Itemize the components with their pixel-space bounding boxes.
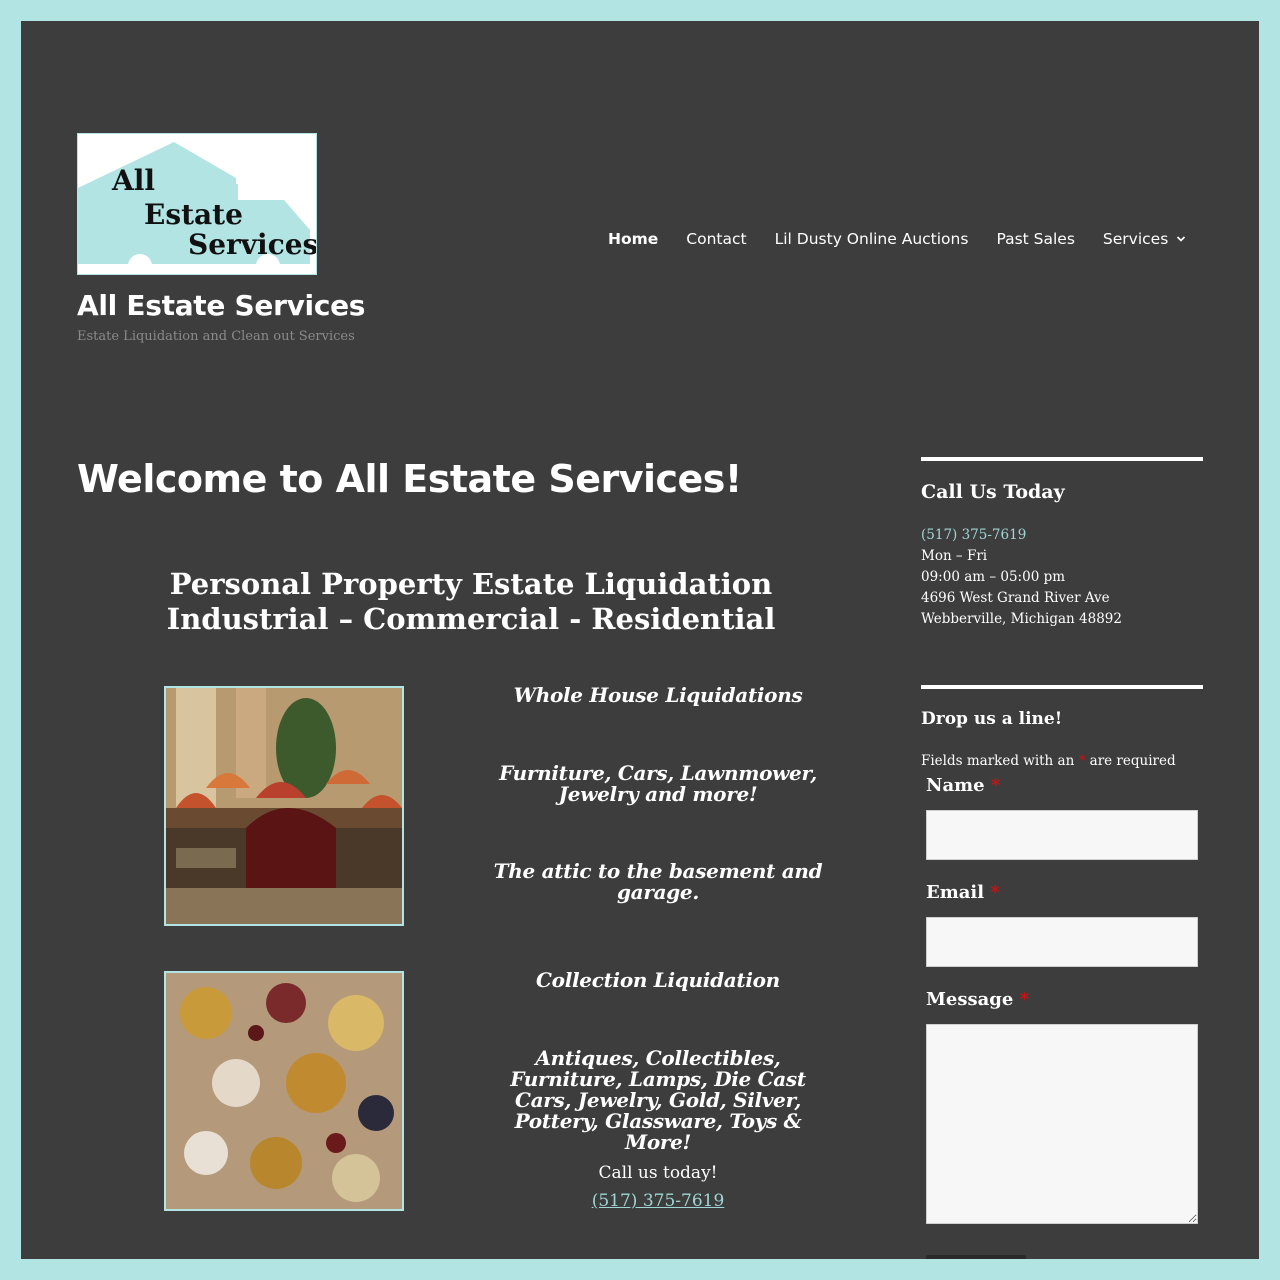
contact-days: Mon – Fri: [921, 548, 988, 564]
call-us-text: Call us today!: [598, 1163, 718, 1183]
contact-hours: 09:00 am – 05:00 pm: [921, 569, 1066, 585]
nav-lil-dusty-auctions[interactable]: Lil Dusty Online Auctions: [775, 230, 969, 248]
email-label: Email *: [926, 882, 1000, 903]
block1-items: Furniture, Cars, Lawnmower, Jewelry and …: [499, 761, 817, 806]
primary-nav: Home Contact Lil Dusty Online Auctions P…: [608, 227, 1186, 251]
page-title: Welcome to All Estate Services!: [77, 457, 742, 501]
required-star: *: [1078, 753, 1086, 769]
contact-widget-title: Call Us Today: [921, 481, 1065, 503]
chevron-down-icon[interactable]: [1176, 234, 1186, 244]
logo-line-2: Estate: [144, 198, 243, 231]
submit-button[interactable]: [926, 1255, 1026, 1259]
block1-note: The attic to the basement and garage.: [493, 859, 823, 904]
nav-contact[interactable]: Contact: [686, 230, 746, 248]
block2-items: Antiques, Collectibles, Furniture, Lamps…: [510, 1046, 806, 1154]
contact-address-2: Webberville, Michigan 48892: [921, 611, 1122, 627]
jewelry-photo: [164, 971, 404, 1211]
nav-services[interactable]: Services: [1103, 230, 1186, 248]
name-label-text: Name: [926, 775, 985, 796]
required-star: *: [1019, 989, 1030, 1010]
required-note-before: Fields marked with an: [921, 753, 1075, 769]
subhead-line-1: Personal Property Estate Liquidation: [169, 567, 773, 601]
nav-past-sales[interactable]: Past Sales: [996, 230, 1074, 248]
block2-title: Collection Liquidation: [536, 968, 780, 992]
tiffany-lamps-photo: [164, 686, 404, 926]
contact-address-1: 4696 West Grand River Ave: [921, 590, 1110, 606]
required-note: Fields marked with an * are required: [921, 753, 1176, 769]
nav-services-label: Services: [1102, 230, 1169, 248]
logo-line-1: All: [111, 164, 155, 197]
logo-line-3: Services: [188, 228, 316, 261]
email-label-text: Email: [926, 882, 985, 903]
call-phone-link[interactable]: (517) 375-7619: [592, 1191, 725, 1211]
contact-phone-link[interactable]: (517) 375-7619: [921, 527, 1026, 543]
site-container: All Estate Services All Estate Services …: [21, 21, 1259, 1259]
required-note-after: are required: [1089, 753, 1176, 769]
site-tagline: Estate Liquidation and Clean out Service…: [77, 329, 355, 344]
widget-divider: [921, 457, 1203, 461]
required-star: *: [990, 882, 1000, 903]
call-phone-row: (517) 375-7619: [488, 1191, 828, 1211]
site-title[interactable]: All Estate Services: [77, 289, 365, 322]
form-widget-title: Drop us a line!: [921, 709, 1063, 729]
block1-title: Whole House Liquidations: [513, 683, 803, 707]
logo-truck-icon: All Estate Services: [78, 142, 316, 274]
name-field[interactable]: [926, 810, 1198, 860]
message-label: Message *: [926, 989, 1029, 1010]
site-logo[interactable]: All Estate Services: [77, 133, 317, 275]
services-subhead: Personal Property Estate Liquidation Ind…: [121, 567, 821, 637]
email-field[interactable]: [926, 917, 1198, 967]
widget-divider: [921, 685, 1203, 689]
name-label: Name *: [926, 775, 1000, 796]
message-field[interactable]: [926, 1024, 1198, 1224]
required-star: *: [990, 775, 1001, 796]
contact-info: (517) 375-7619 Mon – Fri 09:00 am – 05:0…: [921, 525, 1122, 630]
nav-home[interactable]: Home: [608, 230, 658, 248]
message-label-text: Message: [926, 989, 1014, 1010]
subhead-line-2: Industrial – Commercial - Residential: [166, 602, 776, 636]
